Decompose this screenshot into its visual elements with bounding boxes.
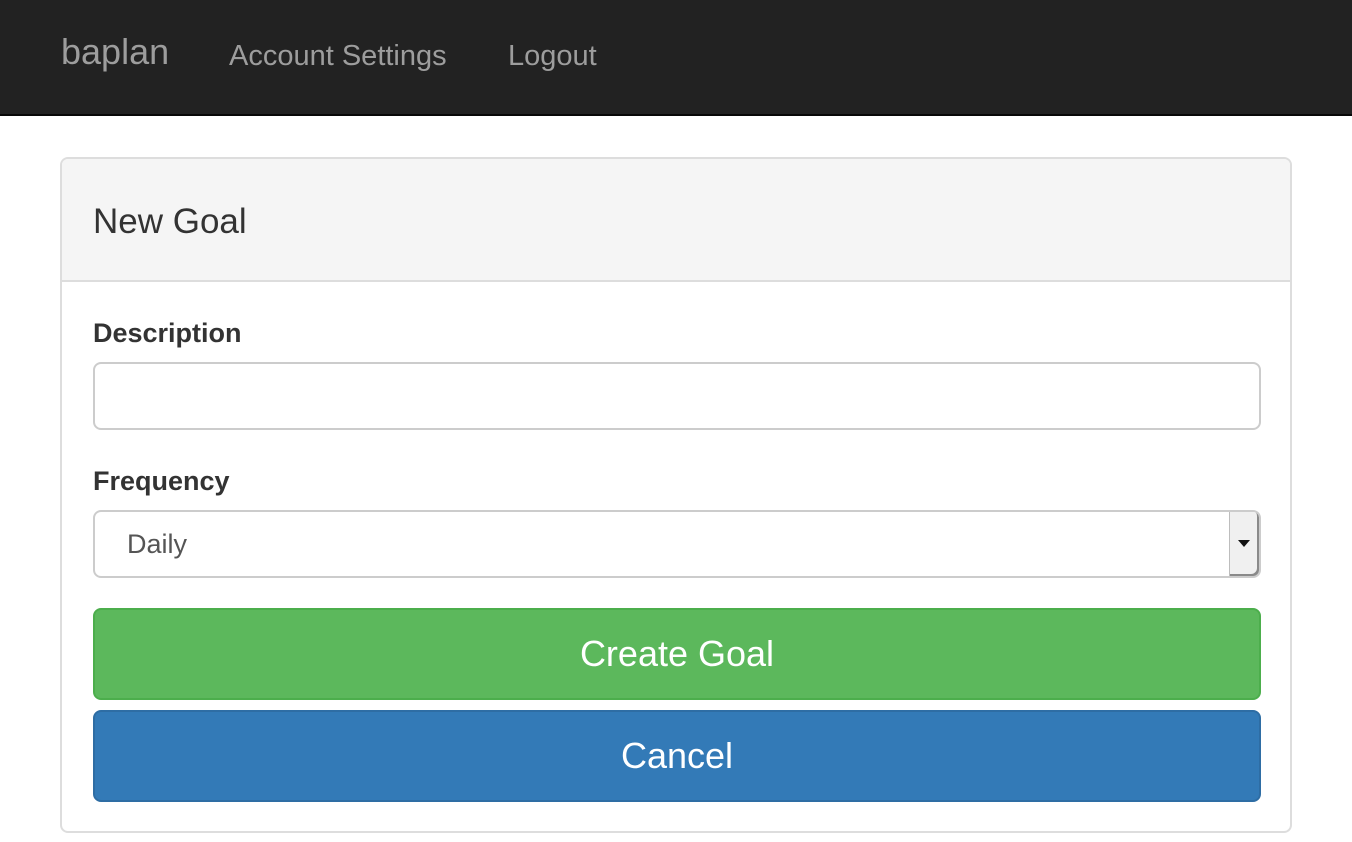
chevron-down-icon xyxy=(1238,540,1250,547)
top-navbar: baplan Account Settings Logout xyxy=(0,0,1352,116)
panel-title: New Goal xyxy=(93,202,247,241)
select-dropdown-button[interactable] xyxy=(1229,512,1259,576)
create-goal-button[interactable]: Create Goal xyxy=(93,608,1261,700)
frequency-select[interactable]: Daily xyxy=(93,510,1261,578)
frequency-label: Frequency xyxy=(93,466,230,496)
frequency-selected-value: Daily xyxy=(127,529,188,559)
new-goal-panel: New Goal Description Frequency Daily Cre… xyxy=(60,157,1292,833)
description-input[interactable] xyxy=(93,362,1261,430)
description-label: Description xyxy=(93,318,242,348)
brand-link[interactable]: baplan xyxy=(61,30,169,74)
nav-account-settings-link[interactable]: Account Settings xyxy=(229,38,447,74)
cancel-button[interactable]: Cancel xyxy=(93,710,1261,802)
nav-logout-link[interactable]: Logout xyxy=(508,38,597,74)
panel-heading: New Goal xyxy=(62,159,1290,282)
